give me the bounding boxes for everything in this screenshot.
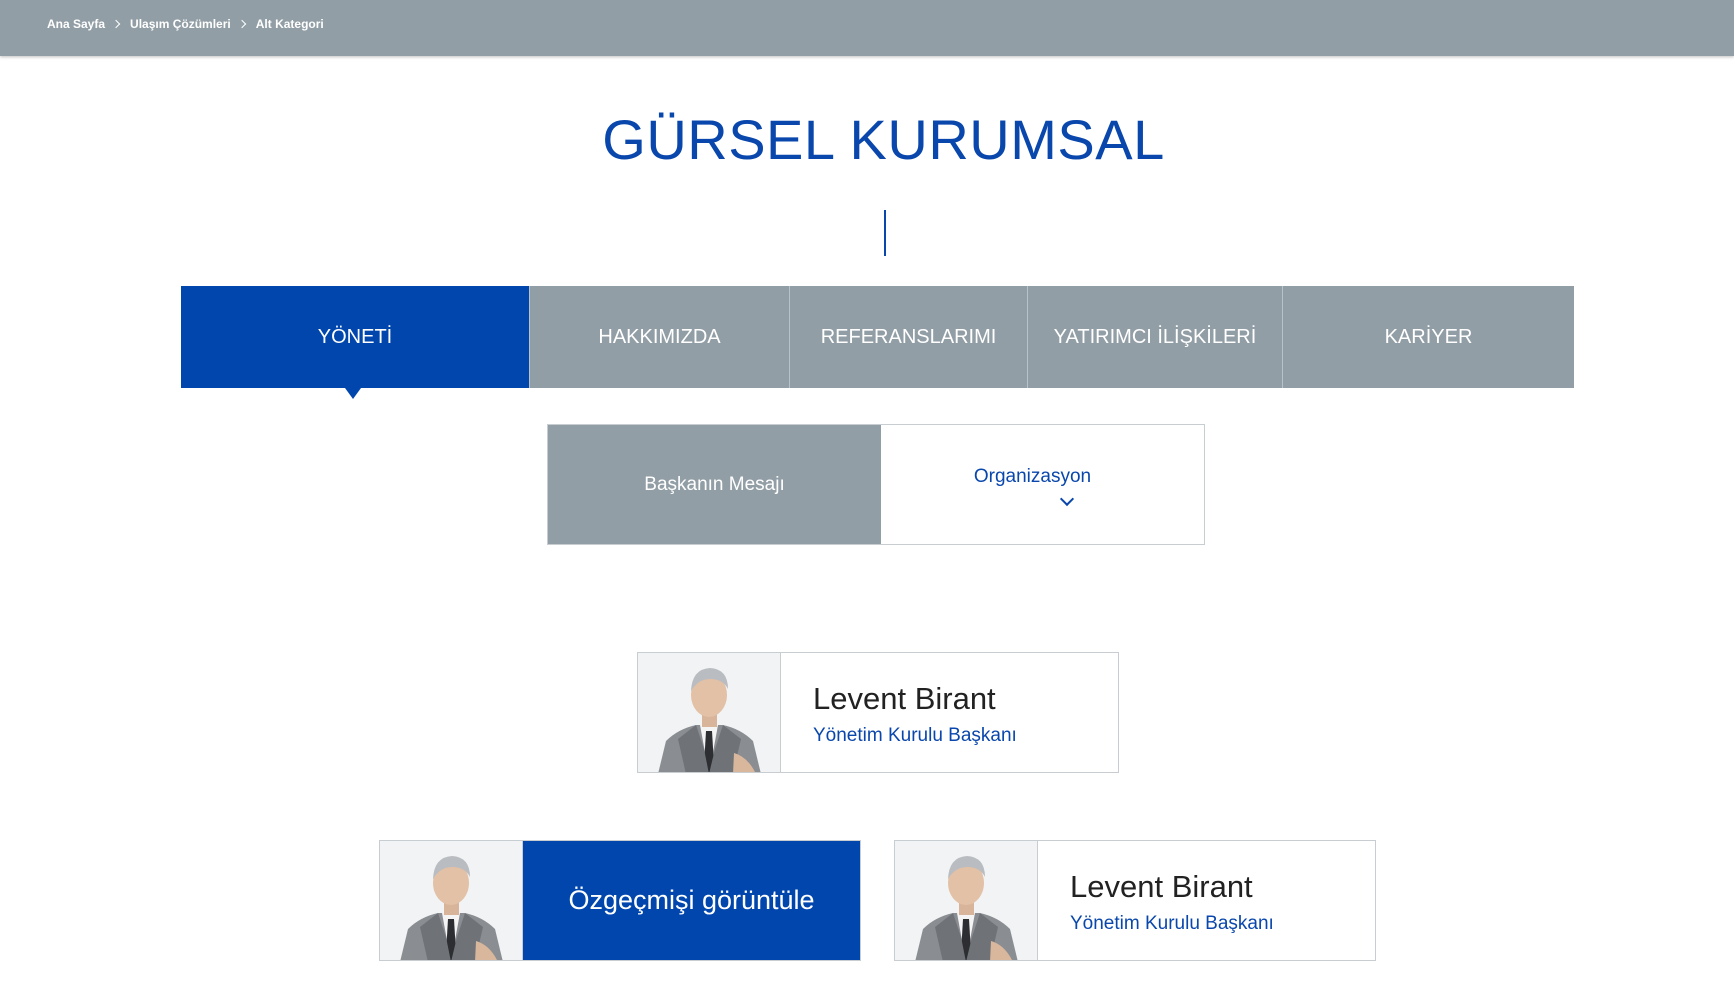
view-cv-button[interactable]: Özgeçmişi görüntüle: [523, 841, 860, 960]
breadcrumb: Ana Sayfa Ulaşım Çözümleri Alt Kategori: [47, 17, 324, 31]
person-card[interactable]: Levent Birant Yönetim Kurulu Başkanı: [894, 840, 1376, 961]
sub-tabs: Başkanın Mesajı Organizasyon: [547, 424, 1205, 545]
tab-label: KARİYER: [1384, 325, 1473, 348]
top-bar: Ana Sayfa Ulaşım Çözümleri Alt Kategori: [0, 0, 1734, 56]
tab-about[interactable]: HAKKIMIZDA: [529, 286, 789, 388]
chevron-down-icon: [1059, 491, 1074, 506]
tab-label: YÖNETİ: [317, 325, 393, 348]
subtab-organization[interactable]: Organizasyon: [881, 425, 1204, 544]
subtab-label: Başkanın Mesajı: [644, 473, 785, 495]
tab-label: HAKKIMIZDA: [598, 325, 721, 348]
person-info: Levent Birant Yönetim Kurulu Başkanı: [781, 653, 1118, 772]
tab-label: REFERANSLARIMI: [820, 325, 997, 348]
breadcrumb-subcategory[interactable]: Alt Kategori: [256, 17, 324, 31]
active-tab-pointer-icon: [345, 388, 361, 399]
subtab-chairman-message[interactable]: Başkanın Mesajı: [548, 425, 881, 544]
tab-investor-relations[interactable]: YATIRIMCI İLİŞKİLERİ: [1027, 286, 1282, 388]
person-role: Yönetim Kurulu Başkanı: [813, 725, 1017, 746]
main-tabs: YÖNETİ HAKKIMIZDA REFERANSLARIMI YATIRIM…: [181, 286, 1574, 399]
person-photo: [380, 841, 523, 960]
person-avatar-icon: [658, 668, 761, 772]
page-title: GÜRSEL KURUMSAL: [602, 108, 1165, 171]
person-role: Yönetim Kurulu Başkanı: [1070, 913, 1274, 934]
person-name: Levent Birant: [1070, 869, 1253, 904]
person-photo: [638, 653, 781, 772]
person-photo: [895, 841, 1038, 960]
title-divider: [884, 210, 886, 256]
person-card[interactable]: Özgeçmişi görüntüle: [379, 840, 861, 961]
tab-career[interactable]: KARİYER: [1282, 286, 1574, 388]
subtab-label: Organizasyon: [973, 465, 1092, 487]
breadcrumb-home[interactable]: Ana Sayfa: [47, 17, 105, 31]
person-avatar-icon: [915, 856, 1018, 960]
person-avatar-icon: [400, 856, 503, 960]
person-card[interactable]: Levent Birant Yönetim Kurulu Başkanı: [637, 652, 1119, 773]
tab-references[interactable]: REFERANSLARIMI: [789, 286, 1027, 388]
tab-management[interactable]: YÖNETİ: [181, 286, 529, 399]
tab-label: YATIRIMCI İLİŞKİLERİ: [1053, 325, 1257, 348]
breadcrumb-transport[interactable]: Ulaşım Çözümleri: [130, 17, 231, 31]
person-name: Levent Birant: [813, 681, 996, 716]
chevron-right-icon: [111, 19, 121, 29]
person-info: Levent Birant Yönetim Kurulu Başkanı: [1038, 841, 1375, 960]
chevron-right-icon: [237, 19, 246, 29]
